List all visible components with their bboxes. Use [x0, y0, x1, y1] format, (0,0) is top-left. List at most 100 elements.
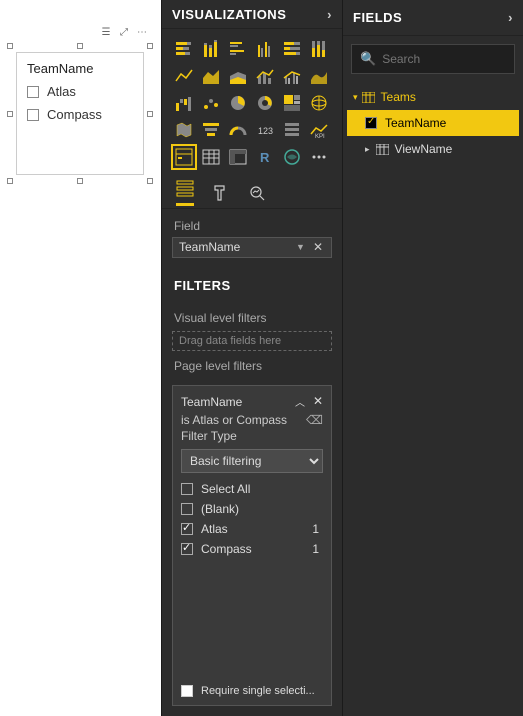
filter-option[interactable]: Atlas 1 [181, 519, 323, 539]
filter-option-count: 1 [312, 522, 323, 536]
remove-filter-icon[interactable]: ✕ [313, 394, 323, 409]
search-input[interactable] [382, 52, 506, 66]
slicer-item-label: Atlas [47, 84, 76, 99]
expand-icon: ▸ [365, 144, 370, 155]
fields-search[interactable]: 🔍 [351, 44, 515, 74]
viz-map[interactable] [307, 91, 331, 115]
field-node-teamname[interactable]: TeamName [347, 110, 519, 136]
viz-import-custom[interactable] [307, 145, 331, 169]
pane-title: FIELDS [353, 10, 402, 25]
viz-line[interactable] [172, 64, 196, 88]
checkbox-icon[interactable] [27, 86, 39, 98]
report-canvas[interactable]: ☰ ⤢ ⋯ TeamName Atlas Compass [0, 0, 161, 716]
table-icon [362, 92, 375, 103]
checkbox-icon[interactable] [27, 109, 39, 121]
pane-title: VISUALIZATIONS [172, 7, 286, 22]
field-node-viewname[interactable]: ▸ ViewName [347, 136, 519, 162]
viz-area[interactable] [199, 64, 223, 88]
viz-funnel[interactable] [199, 118, 223, 142]
viz-treemap[interactable] [280, 91, 304, 115]
field-well[interactable]: TeamName ▼ ✕ [172, 237, 332, 259]
tab-analytics[interactable] [248, 184, 266, 202]
viz-matrix[interactable] [226, 145, 250, 169]
more-options-icon[interactable]: ⋯ [134, 24, 150, 40]
checkbox-icon[interactable] [181, 483, 193, 495]
checkbox-icon[interactable] [181, 523, 193, 535]
visualizations-pane: VISUALIZATIONS › 123 KPI R [161, 0, 342, 716]
filter-type-select[interactable]: Basic filtering [181, 449, 323, 473]
field-well-label: Field [162, 209, 342, 237]
filter-restatement: is Atlas or Compass [181, 413, 287, 427]
filter-values-list: Select All (Blank) Atlas 1 Compass 1 [181, 479, 323, 559]
checkbox-icon[interactable] [181, 503, 193, 515]
slicer-item[interactable]: Atlas [17, 80, 143, 103]
viz-clustered-bar[interactable] [226, 37, 250, 61]
filter-type-label: Filter Type [181, 429, 323, 443]
viz-100-stacked-bar[interactable] [280, 37, 304, 61]
viz-stacked-area[interactable] [226, 64, 250, 88]
viz-r-script[interactable]: R [253, 145, 277, 169]
chevron-down-icon[interactable]: ▼ [296, 242, 305, 252]
viz-clustered-column[interactable] [253, 37, 277, 61]
svg-text:KPI: KPI [315, 134, 325, 140]
filter-option[interactable]: Compass 1 [181, 539, 323, 559]
table-icon [376, 144, 389, 155]
checkbox-icon[interactable] [181, 543, 193, 555]
filter-option[interactable]: (Blank) [181, 499, 323, 519]
require-single-selection[interactable]: Require single selecti... [181, 685, 323, 697]
search-icon: 🔍 [360, 51, 376, 67]
slicer-visual[interactable]: TeamName Atlas Compass [16, 52, 144, 175]
viz-table[interactable] [199, 145, 223, 169]
expand-icon: ▾ [353, 92, 358, 103]
filter-option-count: 1 [312, 542, 323, 556]
viz-kpi[interactable]: KPI [307, 118, 331, 142]
checkbox-icon[interactable] [365, 117, 377, 129]
viz-stacked-bar[interactable] [172, 37, 196, 61]
viz-ribbon[interactable] [307, 64, 331, 88]
fields-header[interactable]: FIELDS › [343, 0, 523, 36]
chevron-right-icon[interactable]: › [327, 7, 332, 22]
tab-format[interactable] [212, 184, 230, 202]
remove-field-icon[interactable]: ✕ [311, 240, 325, 254]
tab-fields[interactable] [176, 179, 194, 206]
visual-level-filters-label: Visual level filters [162, 303, 342, 331]
filter-option-label: Select All [201, 482, 250, 496]
viz-scatter[interactable] [199, 91, 223, 115]
filter-card-field: TeamName [181, 395, 242, 409]
viz-gauge[interactable] [226, 118, 250, 142]
field-label: TeamName [385, 116, 446, 130]
field-well-value: TeamName [179, 240, 240, 254]
checkbox-icon[interactable] [181, 685, 193, 697]
filter-option-label: (Blank) [201, 502, 239, 516]
fields-pane: FIELDS › 🔍 ▾ Teams TeamName ▸ ViewName [342, 0, 523, 716]
viz-waterfall[interactable] [172, 91, 196, 115]
chevron-right-icon[interactable]: › [508, 10, 513, 25]
focus-mode-icon[interactable]: ⤢ [116, 24, 132, 40]
viz-card[interactable]: 123 [253, 118, 277, 142]
viz-arcgis[interactable] [280, 145, 304, 169]
viz-donut[interactable] [253, 91, 277, 115]
viz-pie[interactable] [226, 91, 250, 115]
slicer-mode-icon[interactable]: ☰ [98, 24, 114, 40]
viz-100-stacked-column[interactable] [307, 37, 331, 61]
clear-filter-icon[interactable]: ⌫ [306, 413, 323, 427]
visualizations-header[interactable]: VISUALIZATIONS › [162, 0, 342, 29]
collapse-icon[interactable]: ︿ [295, 394, 305, 409]
filters-header: FILTERS [162, 268, 342, 303]
viz-multirow-card[interactable] [280, 118, 304, 142]
viz-filled-map[interactable] [172, 118, 196, 142]
require-single-label: Require single selecti... [201, 685, 315, 697]
field-label: ViewName [395, 142, 453, 156]
fields-tree: ▾ Teams TeamName ▸ ViewName [343, 82, 523, 164]
format-tabs [162, 177, 342, 208]
viz-line-clustered-column[interactable] [280, 64, 304, 88]
filter-option[interactable]: Select All [181, 479, 323, 499]
visual-filters-dropzone[interactable]: Drag data fields here [172, 331, 332, 351]
slicer-item[interactable]: Compass [17, 103, 143, 126]
viz-slicer[interactable] [172, 145, 196, 169]
table-node-teams[interactable]: ▾ Teams [347, 84, 519, 110]
viz-line-stacked-column[interactable] [253, 64, 277, 88]
filter-option-label: Compass [201, 542, 252, 556]
viz-stacked-column[interactable] [199, 37, 223, 61]
slicer-title: TeamName [17, 53, 143, 80]
